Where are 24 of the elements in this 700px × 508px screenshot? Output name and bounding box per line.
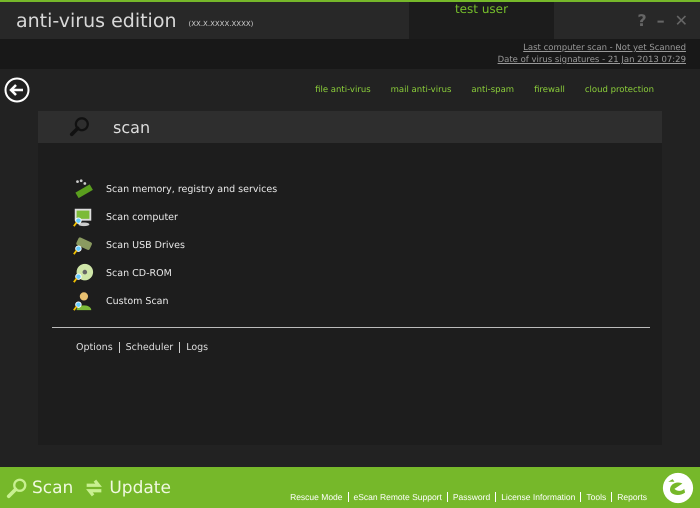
panel-title: scan: [113, 118, 150, 136]
user-icon: [72, 290, 94, 312]
app-title: anti-virus edition: [16, 10, 176, 32]
scan-option[interactable]: Scan computer: [72, 207, 662, 227]
panel-link[interactable]: Options: [76, 342, 119, 353]
panel-link[interactable]: Scheduler: [118, 342, 180, 353]
module-tab[interactable]: mail anti-virus: [390, 85, 452, 95]
search-icon: [69, 116, 91, 138]
disc-icon: [72, 262, 94, 284]
user-tab[interactable]: test user: [409, 2, 554, 39]
status-link[interactable]: Last computer scan - Not yet Scanned: [523, 43, 686, 53]
module-tab[interactable]: cloud protection: [584, 85, 654, 95]
scan-option[interactable]: Custom Scan: [72, 291, 662, 311]
scan-option[interactable]: Scan memory, registry and services: [72, 179, 662, 199]
module-tab[interactable]: firewall: [534, 85, 565, 95]
module-tab[interactable]: file anti-virus: [315, 85, 371, 95]
module-tab[interactable]: anti-spam: [471, 85, 514, 95]
scan-option[interactable]: Scan CD-ROM: [72, 263, 662, 283]
panel-link[interactable]: Logs: [179, 342, 214, 353]
logo-icon: [662, 472, 694, 504]
search-icon: [6, 476, 28, 498]
status-link[interactable]: Date of virus signatures - 21 Jan 2013 07:29: [498, 55, 686, 65]
scan-option[interactable]: Scan USB Drives: [72, 235, 662, 255]
monitor-icon: [72, 206, 94, 228]
